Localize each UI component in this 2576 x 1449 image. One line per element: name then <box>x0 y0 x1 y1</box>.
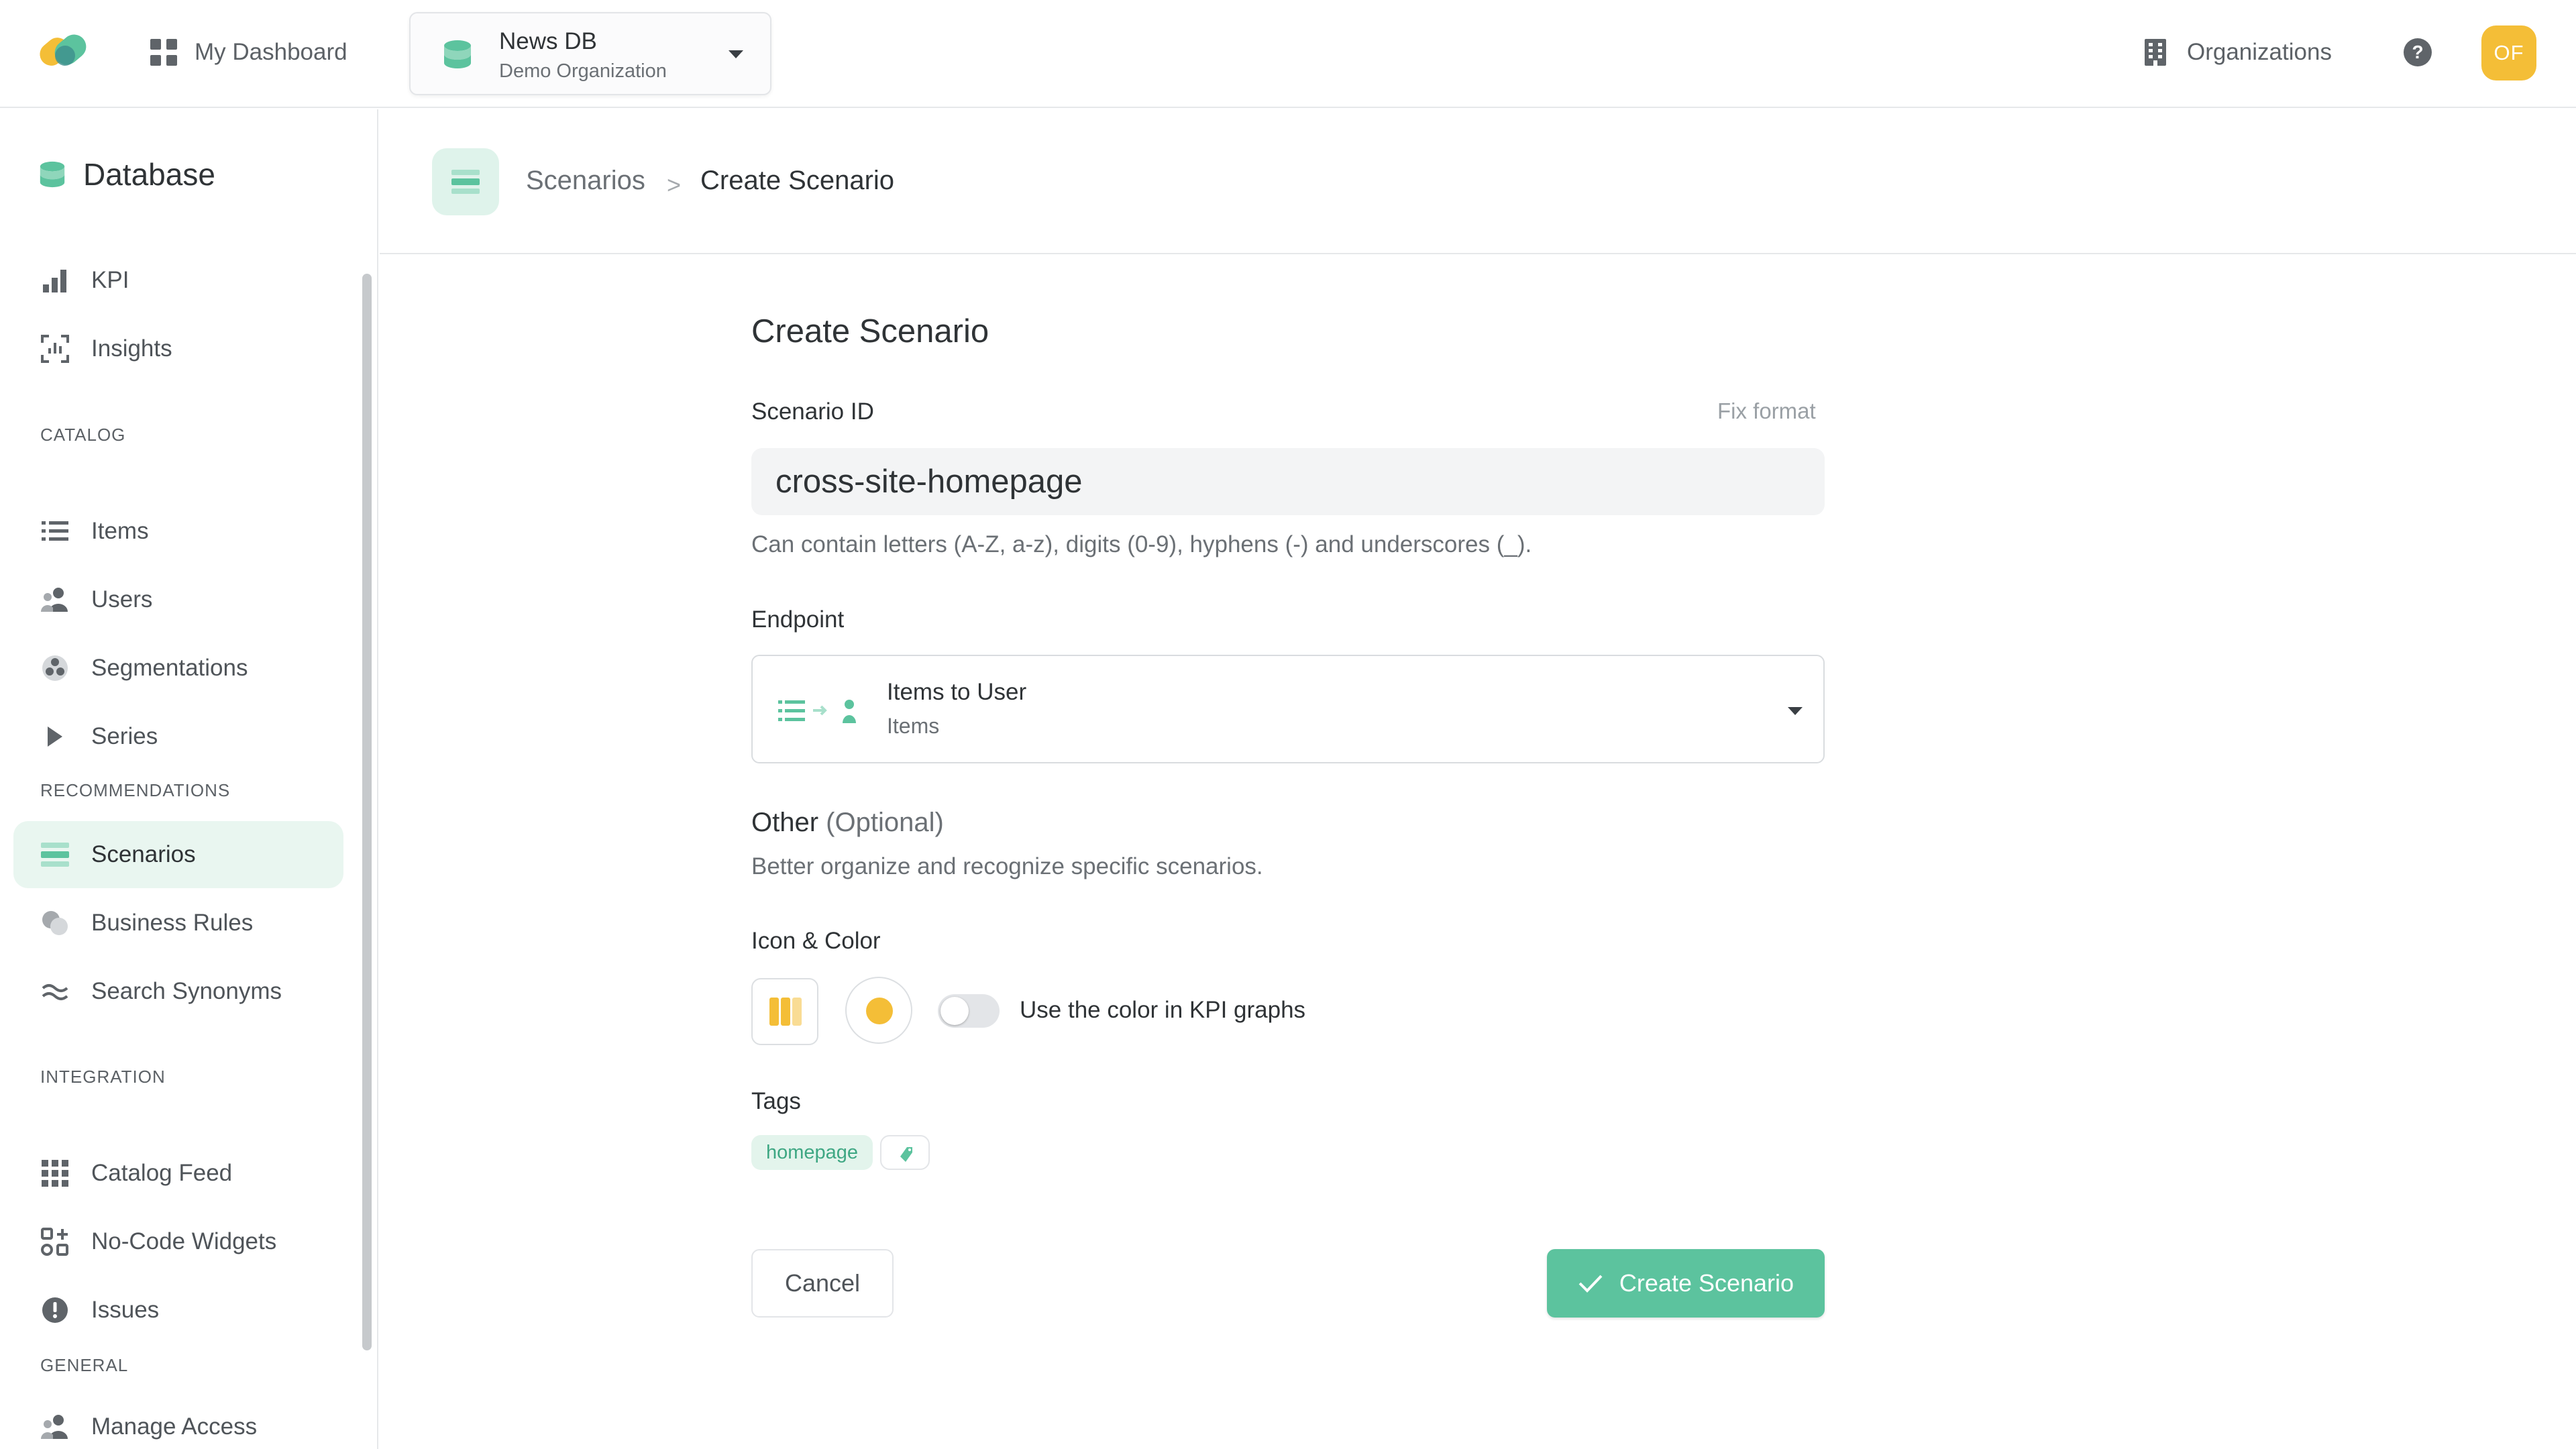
my-dashboard-label: My Dashboard <box>195 39 347 65</box>
section-catalog: CATALOG <box>40 425 126 445</box>
sidebar-item-label: Catalog Feed <box>91 1160 233 1186</box>
color-picker-button[interactable] <box>845 977 912 1044</box>
create-scenario-label: Create Scenario <box>1619 1269 1794 1297</box>
breadcrumb: Scenarios > Create Scenario <box>380 109 2576 254</box>
bar-chart-icon <box>39 264 71 297</box>
app-logo[interactable] <box>32 28 93 74</box>
my-dashboard-link[interactable]: My Dashboard <box>149 32 347 72</box>
organizations-link[interactable]: Organizations <box>2144 32 2332 72</box>
sidebar-item-insights[interactable]: Insights <box>13 315 343 382</box>
play-icon <box>39 720 71 753</box>
sidebar-item-segmentations[interactable]: Segmentations <box>13 635 343 702</box>
kpi-color-toggle-label: Use the color in KPI graphs <box>1020 997 1306 1023</box>
sidebar-item-items[interactable]: Items <box>13 498 343 565</box>
endpoint-select[interactable]: Items to User Items <box>751 655 1825 763</box>
breadcrumb-current: Create Scenario <box>700 166 895 195</box>
sidebar-item-business-rules[interactable]: Business Rules <box>13 890 343 957</box>
organization-name: Demo Organization <box>499 60 667 82</box>
breadcrumb-separator: > <box>667 171 682 199</box>
sidebar-item-label: Users <box>91 586 153 612</box>
sidebar-item-kpi[interactable]: KPI <box>13 247 343 314</box>
tag-icon <box>900 1147 912 1162</box>
sidebar-item-no-code-widgets[interactable]: No-Code Widgets <box>13 1208 343 1275</box>
sidebar-item-issues[interactable]: Issues <box>13 1277 343 1344</box>
insights-icon <box>39 333 71 365</box>
chevron-down-icon <box>729 50 743 58</box>
building-icon <box>2145 39 2166 66</box>
cancel-button[interactable]: Cancel <box>751 1249 894 1318</box>
sidebar-item-label: No-Code Widgets <box>91 1228 277 1254</box>
other-section-title: Other (Optional) <box>751 808 944 838</box>
database-icon <box>444 40 471 68</box>
section-general: GENERAL <box>40 1355 129 1375</box>
alert-icon <box>39 1294 71 1326</box>
endpoint-name: Items to User <box>887 679 1027 705</box>
create-scenario-button[interactable]: Create Scenario <box>1547 1249 1825 1318</box>
toggle-knob <box>941 997 969 1025</box>
users-icon <box>39 584 71 616</box>
section-integration: INTEGRATION <box>40 1067 166 1087</box>
users-icon <box>39 1411 71 1443</box>
sidebar-item-search-synonyms[interactable]: Search Synonyms <box>13 958 343 1025</box>
sidebar-item-label: Issues <box>91 1297 160 1323</box>
sidebar-item-users[interactable]: Users <box>13 566 343 633</box>
sidebar-item-label: Search Synonyms <box>91 978 282 1004</box>
section-recommendations: RECOMMENDATIONS <box>40 780 231 800</box>
icon-picker-button[interactable] <box>751 978 818 1045</box>
help-icon[interactable]: ? <box>2404 38 2432 66</box>
scenario-id-label: Scenario ID <box>751 398 874 425</box>
sidebar-item-catalog-feed[interactable]: Catalog Feed <box>13 1140 343 1207</box>
sidebar-item-label: Items <box>91 518 149 544</box>
list-icon <box>39 515 71 547</box>
tags-label: Tags <box>751 1088 801 1114</box>
sidebar: Database KPI Insights CATALOG Items User… <box>0 109 378 1449</box>
sidebar-scrollbar[interactable] <box>362 274 372 1350</box>
sidebar-item-manage-access[interactable]: Manage Access <box>13 1393 343 1449</box>
tag-chip[interactable]: homepage <box>751 1135 873 1170</box>
color-swatch <box>866 998 893 1024</box>
sidebar-item-label: KPI <box>91 267 129 293</box>
database-selector[interactable]: News DB Demo Organization <box>409 12 771 95</box>
scenario-id-help: Can contain letters (A-Z, a-z), digits (… <box>751 531 1532 557</box>
sidebar-item-scenarios[interactable]: Scenarios <box>13 821 343 888</box>
items-to-user-icon <box>778 700 856 723</box>
check-icon <box>1578 1275 1603 1293</box>
dashboard-grid-icon <box>150 39 177 66</box>
sidebar-item-label: Series <box>91 723 158 749</box>
optional-label: (Optional) <box>826 808 944 837</box>
sidebar-title: Database <box>83 157 215 192</box>
other-description: Better organize and recognize specific s… <box>751 853 1263 879</box>
other-title: Other <box>751 808 819 837</box>
scenarios-icon <box>39 839 71 871</box>
synonyms-icon <box>39 975 71 1008</box>
grid-icon <box>39 1157 71 1189</box>
organizations-label: Organizations <box>2187 39 2332 65</box>
breadcrumb-scenarios-link[interactable]: Scenarios <box>526 166 645 196</box>
sidebar-item-label: Insights <box>91 335 172 362</box>
icon-color-label: Icon & Color <box>751 928 881 954</box>
add-tag-button[interactable] <box>880 1135 930 1170</box>
user-avatar[interactable]: OF <box>2481 25 2536 80</box>
endpoint-type: Items <box>887 714 940 738</box>
fix-format-link[interactable]: Fix format <box>1717 398 1816 424</box>
sidebar-header: Database <box>39 156 215 193</box>
endpoint-label: Endpoint <box>751 606 845 633</box>
sidebar-item-label: Business Rules <box>91 910 254 936</box>
database-icon <box>40 161 65 188</box>
business-rules-icon <box>39 907 71 939</box>
sidebar-item-label: Segmentations <box>91 655 248 681</box>
chevron-down-icon <box>1788 707 1803 715</box>
sidebar-item-label: Manage Access <box>91 1413 258 1440</box>
widgets-icon <box>39 1226 71 1258</box>
top-bar: My Dashboard News DB Demo Organization O… <box>0 0 2576 108</box>
kpi-color-toggle[interactable] <box>938 994 1000 1028</box>
segmentations-icon <box>39 652 71 684</box>
sidebar-item-series[interactable]: Series <box>13 703 343 770</box>
scenario-id-input[interactable] <box>751 448 1825 515</box>
sidebar-item-label: Scenarios <box>91 841 196 867</box>
database-name: News DB <box>499 28 597 54</box>
page-title: Create Scenario <box>751 313 989 350</box>
scenarios-icon <box>432 148 499 215</box>
scenario-icon-preview <box>769 998 802 1026</box>
